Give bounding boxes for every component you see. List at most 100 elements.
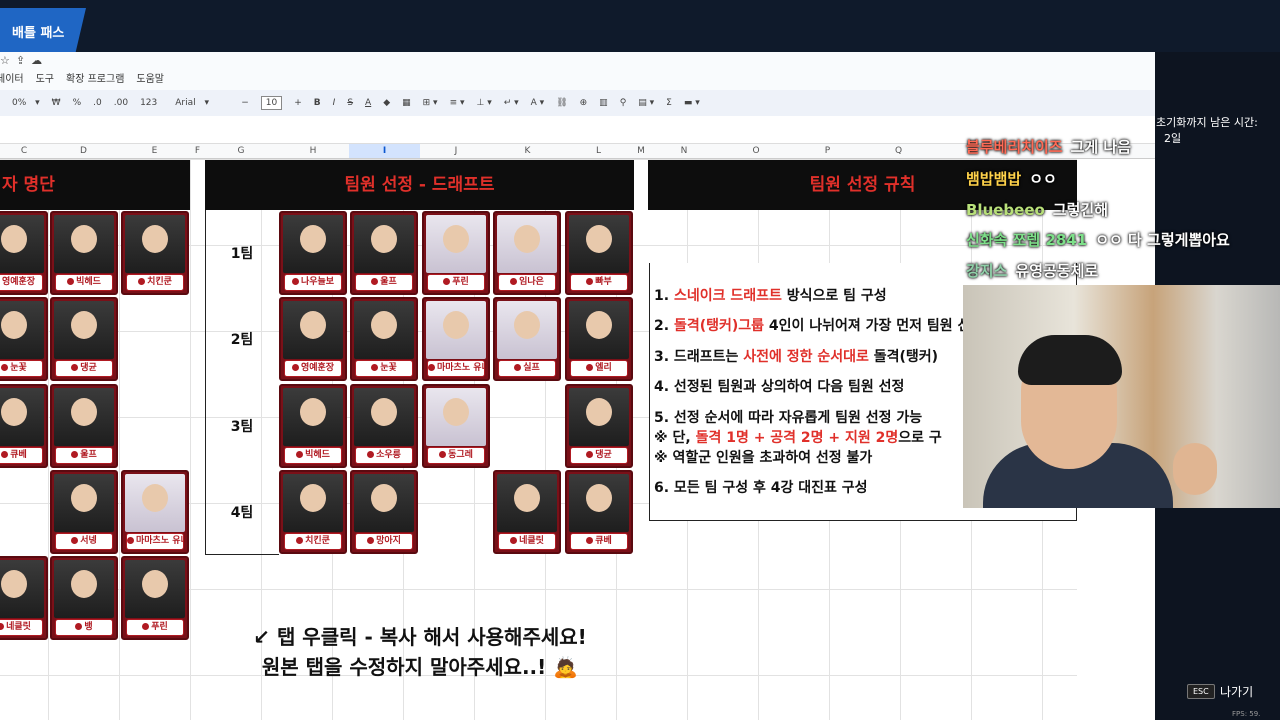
align-horizontal-icon[interactable]: ≡ ▾ (450, 98, 465, 108)
filter-icon[interactable]: ⚲ (620, 98, 627, 108)
player-card[interactable]: 댕균 (565, 384, 633, 468)
player-card[interactable]: 나우늘보 (279, 211, 347, 295)
player-card[interactable]: 영예훈장 (279, 297, 347, 381)
esc-key-badge[interactable]: ESC (1187, 684, 1215, 699)
player-card[interactable]: 마마츠노 유니 (121, 470, 189, 554)
move-icon[interactable]: ⇪ (16, 54, 31, 67)
player-name-label: 실프 (498, 360, 556, 377)
italic-button[interactable]: I (333, 98, 336, 108)
merge-cells-icon[interactable]: ⊞ ▾ (423, 98, 438, 108)
column-header[interactable]: Q (863, 144, 934, 158)
exit-label[interactable]: 나가기 (1220, 683, 1253, 700)
player-card[interactable]: 빠부 (565, 211, 633, 295)
bold-button[interactable]: B (314, 98, 321, 108)
insert-comment-icon[interactable]: ⊕ (580, 98, 588, 108)
column-header[interactable]: N (648, 144, 720, 158)
player-name-label: 나우늘보 (284, 274, 342, 291)
star-icon[interactable]: ☆ (0, 54, 16, 67)
column-header[interactable]: G (205, 144, 277, 158)
player-card[interactable]: 동그레 (422, 384, 490, 468)
player-card[interactable]: 뱅 (50, 556, 118, 640)
text-wrap-icon[interactable]: ↵ ▾ (504, 98, 519, 108)
player-card[interactable]: 눈꽃 (0, 297, 48, 381)
filter-views-icon[interactable]: ▤ ▾ (638, 98, 654, 108)
text-rotate-icon[interactable]: A ▾ (531, 98, 545, 108)
fill-color-icon[interactable]: ◆ (383, 98, 390, 108)
player-card[interactable]: 엘리 (565, 297, 633, 381)
player-card[interactable]: 네클릿 (493, 470, 561, 554)
draft-table-border (205, 210, 279, 555)
player-card[interactable]: 실프 (493, 297, 561, 381)
number-format-button[interactable]: 123 (140, 98, 157, 108)
cloud-icon[interactable]: ☁ (31, 54, 48, 67)
player-card[interactable]: 임나은 (493, 211, 561, 295)
player-card[interactable]: 소우릉 (350, 384, 418, 468)
stream-screen: 배틀 패스 ☆⇪☁ 데이터 도구 확장 프로그램 도움말 0% ▾ ₩ % .0 .0… (0, 0, 1280, 720)
player-name-label: 빅헤드 (55, 274, 113, 291)
chat-username[interactable]: 뱀밥뱀밥 (966, 170, 1021, 188)
player-card[interactable]: 서넹 (50, 470, 118, 554)
strikethrough-button[interactable]: S (347, 98, 353, 108)
column-header[interactable]: C (0, 144, 48, 158)
column-header[interactable]: F (190, 144, 205, 158)
player-card[interactable]: 큐베 (0, 384, 48, 468)
player-card[interactable]: 울프 (350, 211, 418, 295)
player-card[interactable]: 망아지 (350, 470, 418, 554)
player-card[interactable]: 눈꽃 (350, 297, 418, 381)
percent-format-button[interactable]: % (73, 98, 82, 108)
player-card[interactable]: 울프 (50, 384, 118, 468)
functions-button[interactable]: Σ (666, 98, 672, 108)
column-header[interactable]: E (119, 144, 190, 158)
text-color-button[interactable]: A (365, 98, 371, 108)
input-tools-icon[interactable]: ▬ ▾ (684, 98, 700, 108)
font-size-increase-button[interactable]: + (294, 98, 302, 108)
player-card[interactable]: 치킨쿤 (279, 470, 347, 554)
decrease-decimal-button[interactable]: .0 (93, 98, 102, 108)
player-card[interactable]: 빅헤드 (50, 211, 118, 295)
webcam-overlay (963, 285, 1280, 508)
player-card[interactable]: 푸린 (422, 211, 490, 295)
column-header[interactable]: I (349, 144, 420, 158)
player-name-label: 치킨쿤 (126, 274, 184, 291)
column-header[interactable]: J (420, 144, 492, 158)
currency-format-button[interactable]: ₩ (52, 98, 61, 108)
column-header[interactable]: H (277, 144, 349, 158)
borders-icon[interactable]: ▦ (402, 98, 411, 108)
align-vertical-icon[interactable]: ⊥ ▾ (477, 98, 492, 108)
player-card[interactable]: 치킨쿤 (121, 211, 189, 295)
player-card[interactable]: 푸린 (121, 556, 189, 640)
player-card[interactable]: 큐베 (565, 470, 633, 554)
menu-item[interactable]: 데이터 (0, 74, 24, 85)
player-card[interactable]: 댕균 (50, 297, 118, 381)
menu-item[interactable]: 도움말 (136, 74, 164, 85)
column-header[interactable]: P (792, 144, 863, 158)
menu-item[interactable]: 확장 프로그램 (66, 74, 124, 85)
font-size-input[interactable]: 10 (260, 96, 283, 110)
font-size-decrease-button[interactable]: − (241, 98, 249, 108)
menu-item[interactable]: 도구 (36, 74, 54, 85)
insert-chart-icon[interactable]: ▥ (599, 98, 608, 108)
player-card[interactable]: 마마츠노 유니 (422, 297, 490, 381)
chat-username[interactable]: 블루베리치이즈 (966, 138, 1063, 156)
insert-link-icon[interactable]: ⛓ (556, 98, 567, 108)
player-portrait (569, 388, 629, 446)
rule-4: 4. 선정된 팀원과 상의하여 다음 팀원 선정 (654, 379, 905, 395)
chat-username[interactable]: Bluebeeo (966, 201, 1045, 219)
font-select[interactable]: Arial ▾ (169, 98, 229, 108)
column-header[interactable]: D (48, 144, 119, 158)
column-header[interactable]: M (634, 144, 648, 158)
player-portrait (354, 474, 414, 532)
column-header[interactable]: K (492, 144, 563, 158)
chat-username[interactable]: 신화속 쪼렙 2841 (966, 231, 1087, 249)
player-card[interactable]: 영예훈장 (0, 211, 48, 295)
player-portrait (0, 301, 44, 359)
player-card[interactable]: 빅헤드 (279, 384, 347, 468)
column-header[interactable]: L (563, 144, 634, 158)
column-header[interactable]: O (720, 144, 792, 158)
chat-text: ㅇㅇ (1029, 170, 1057, 188)
zoom-select[interactable]: 0% ▾ (6, 98, 40, 108)
chat-username[interactable]: 강지스 (966, 262, 1007, 280)
battle-pass-tab[interactable]: 배틀 패스 (0, 8, 86, 52)
increase-decimal-button[interactable]: .00 (114, 98, 128, 108)
player-card[interactable]: 네클릿 (0, 556, 48, 640)
